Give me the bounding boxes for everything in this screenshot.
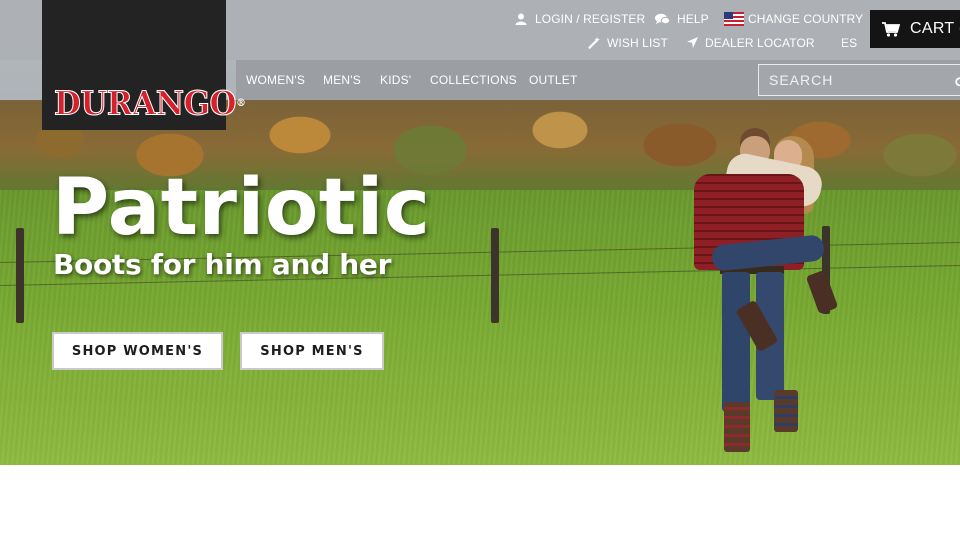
fence-post [16,228,24,323]
nav-item-label: MEN'S [323,73,361,87]
nav-item-label: WOMEN'S [246,73,306,87]
nav-item-womens[interactable]: WOMEN'S [246,60,305,100]
login-register-link[interactable]: LOGIN / REGISTER [515,12,645,26]
change-country-link[interactable]: CHANGE COUNTRY [724,12,863,26]
shop-womens-button[interactable]: SHOP WOMEN'S [52,332,223,370]
nav-item-collections[interactable]: COLLECTIONS [430,60,517,100]
shop-mens-button[interactable]: SHOP MEN'S [240,332,384,370]
hero-subtitle: Boots for him and her [53,248,392,281]
shop-womens-label: SHOP WOMEN'S [71,343,204,359]
nav-item-kids[interactable]: KIDS' [380,60,411,100]
nav-item-label: COLLECTIONS [430,73,517,87]
language-label: ES [841,36,858,50]
man-boot-left [724,402,750,452]
nav-item-label: OUTLET [529,73,578,87]
help-link[interactable]: HELP [655,12,709,26]
us-flag-icon [724,12,744,26]
man-jeans-left [722,272,750,412]
change-country-label: CHANGE COUNTRY [748,12,864,26]
brand-name: DURANGO [53,85,237,124]
woman-boot-right [805,269,839,315]
wish-list-link[interactable]: WISH LIST [587,36,668,50]
dealer-locator-link[interactable]: DEALER LOCATOR [687,36,815,50]
logo[interactable]: DURANGO® [42,0,246,130]
hero-couple-photo [686,122,839,457]
nav-item-label: KIDS' [380,73,412,87]
nav-item-mens[interactable]: MEN'S [323,60,361,100]
search-box [758,64,960,96]
dealer-locator-label: DEALER LOCATOR [705,36,815,50]
cart-label: CART ( [910,20,960,37]
shopping-cart-icon [882,21,901,37]
login-register-label: LOGIN / REGISTER [535,12,646,26]
man-boot-right [774,390,798,432]
search-icon[interactable] [955,74,960,87]
magic-wand-icon [587,37,601,50]
wish-list-label: WISH LIST [607,36,668,50]
cart-button[interactable]: CART ( [870,10,960,48]
page: DURANGO® LOGIN / REGISTER HELP CHANGE CO… [0,0,960,537]
help-label: HELP [677,12,709,26]
registered-mark: ® [236,97,246,110]
language-es-link[interactable]: ES [841,36,857,50]
logo-wordmark: DURANGO® [53,85,246,124]
shop-mens-label: SHOP MEN'S [260,343,364,359]
user-icon [515,13,529,25]
hero-title: Patriotic [52,163,431,253]
chat-bubbles-icon [655,13,671,25]
search-input[interactable] [769,66,939,94]
location-arrow-icon [687,37,699,49]
fence-post [491,228,499,323]
nav-item-outlet[interactable]: OUTLET [529,60,578,100]
